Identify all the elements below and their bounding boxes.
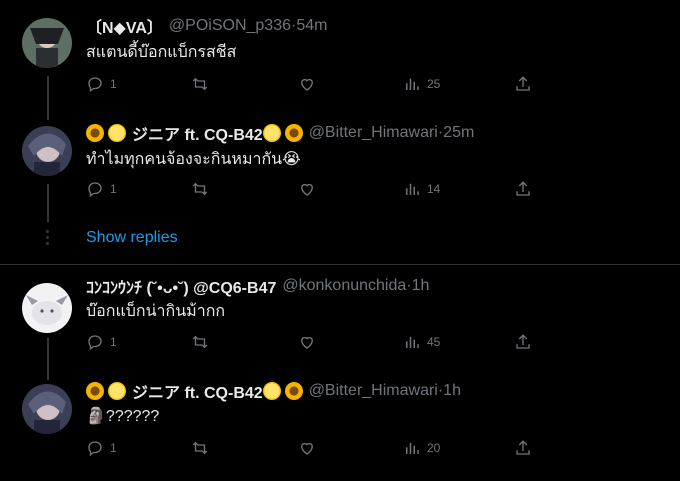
action-bar: 1 20 [86,439,536,459]
reply-icon [86,75,104,93]
sunflower-emoji-icon [284,382,303,400]
like-button[interactable] [298,333,316,351]
tweet-text: 🗿?????? [86,408,160,425]
tweet[interactable]: ｺﾝｺﾝｳﾝﾁ (˘•ᴗ•˘) @CQ6-B47 @konkonunchida … [0,265,680,375]
reply-count: 1 [110,335,117,349]
handle[interactable]: @konkonunchida [282,277,406,295]
views-button[interactable]: 14 [403,180,440,198]
avatar[interactable] [22,384,72,434]
tweet-header: ｺﾝｺﾝｳﾝﾁ (˘•ᴗ•˘) @CQ6-B47 @konkonunchida … [86,275,429,297]
views-icon [403,439,421,457]
reply-count: 1 [110,441,117,455]
timestamp[interactable]: 1h [443,382,461,400]
reply-button[interactable]: 1 [86,439,117,457]
share-button[interactable] [514,439,532,457]
retweet-icon [191,333,209,351]
timestamp[interactable]: 54m [296,17,327,35]
views-count: 20 [427,441,441,455]
share-icon [514,333,532,351]
reply-icon [86,180,104,198]
handle[interactable]: @Bitter_Himawari [309,124,438,142]
like-button[interactable] [298,180,316,198]
like-button[interactable] [298,75,316,93]
views-icon [403,75,421,93]
retweet-icon [191,439,209,457]
avatar[interactable] [22,126,72,176]
retweet-button[interactable] [191,439,209,457]
heart-icon [298,75,316,93]
handle[interactable]: @POiSON_p336 [169,17,291,35]
heart-icon [298,180,316,198]
sun-emoji-icon [108,382,126,400]
views-count: 14 [427,182,441,196]
share-icon [514,75,532,93]
avatar[interactable] [22,283,72,333]
display-name[interactable]: ジニア ft. CQ-B42 [132,121,263,145]
views-button[interactable]: 45 [403,333,440,351]
reply-icon [86,333,104,351]
views-count: 25 [427,77,441,91]
display-name[interactable]: 〔N◆VA〕 [86,14,163,38]
retweet-button[interactable] [191,180,209,198]
timestamp[interactable]: 25m [443,124,474,142]
tweet[interactable]: 〔N◆VA〕 @POiSON_p336 · 54m สแตนดี้บ๊อกแบ็… [0,0,680,120]
sun-emoji-icon [262,124,281,142]
retweet-button[interactable] [191,333,209,351]
retweet-icon [191,180,209,198]
views-button[interactable]: 20 [403,439,440,457]
views-icon [403,333,421,351]
retweet-icon [191,75,209,93]
handle[interactable]: @Bitter_Himawari [309,382,438,400]
action-bar: 1 25 [86,75,536,95]
action-bar: 1 14 [86,180,536,200]
tweet-text: สแตนดี้บ๊อกแบ็กรสชีส [86,44,237,61]
display-name[interactable]: ジニア ft. CQ-B42 [132,379,263,403]
reply-icon [86,439,104,457]
views-button[interactable]: 25 [403,75,440,93]
sunflower-emoji-icon [284,124,303,142]
sunflower-emoji-icon [86,124,104,142]
views-icon [403,180,421,198]
reply-button[interactable]: 1 [86,75,117,93]
timestamp[interactable]: 1h [412,277,430,295]
tweet-header: ジニア ft. CQ-B42 @Bitter_Himawari · 25m [86,122,474,144]
sunflower-emoji-icon [86,382,104,400]
avatar[interactable] [22,18,72,68]
heart-icon [298,333,316,351]
sun-emoji-icon [262,382,281,400]
heart-icon [298,439,316,457]
show-replies-link[interactable]: Show replies [86,229,178,247]
reply-count: 1 [110,182,117,196]
reply-button[interactable]: 1 [86,333,117,351]
reply-count: 1 [110,77,117,91]
tweet-text: บ๊อกแบ็กน่ากินม้ากก [86,303,226,320]
share-button[interactable] [514,333,532,351]
views-count: 45 [427,335,441,349]
share-icon [514,439,532,457]
tweet-header: ジニア ft. CQ-B42 @Bitter_Himawari · 1h [86,380,461,402]
tweet-header: 〔N◆VA〕 @POiSON_p336 · 54m [86,15,327,37]
display-name[interactable]: ｺﾝｺﾝｳﾝﾁ (˘•ᴗ•˘) @CQ6-B47 [86,274,276,298]
sun-emoji-icon [108,124,126,142]
reply-button[interactable]: 1 [86,180,117,198]
like-button[interactable] [298,439,316,457]
share-button[interactable] [514,75,532,93]
action-bar: 1 45 [86,333,536,353]
retweet-button[interactable] [191,75,209,93]
share-icon [514,180,532,198]
tweet-text: ทำไมทุกคนจ้องจะกินหมากัน😭 [86,151,301,168]
share-button[interactable] [514,180,532,198]
tweet[interactable]: ジニア ft. CQ-B42 @Bitter_Himawari · 1h 🗿??… [0,375,680,481]
